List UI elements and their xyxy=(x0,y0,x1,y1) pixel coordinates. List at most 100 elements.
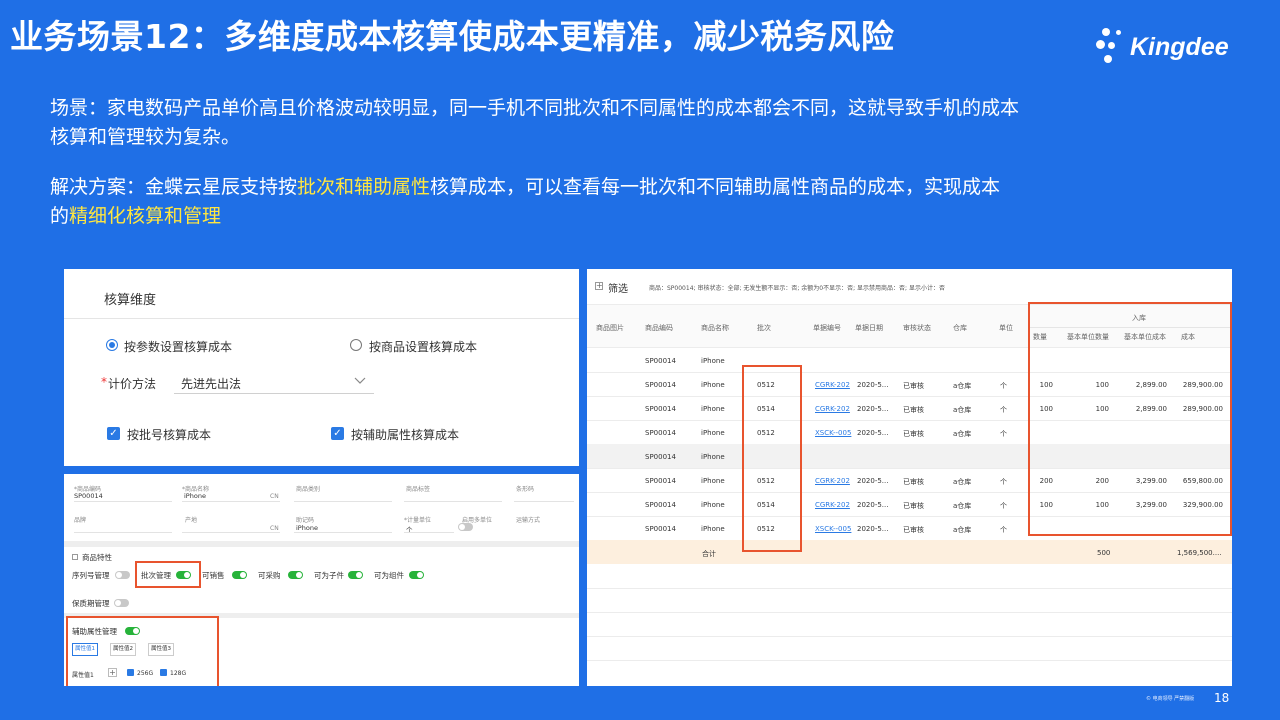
highlight-batch-aux: 批次和辅助属性 xyxy=(297,176,431,198)
table-cell-code: SP00014 xyxy=(645,453,676,461)
table-cell-date: 2020-5... xyxy=(857,405,889,413)
filter-bar: + 筛选 商品：SP00014; 审核状态：全部; 无发生额不显示：否; 余额为… xyxy=(587,269,1232,304)
column-header: 仓库 xyxy=(953,324,967,332)
table-cell-date: 2020-5... xyxy=(857,501,889,509)
checkbox-aux-costing[interactable]: ✓ xyxy=(331,427,344,440)
filter-summary: 商品：SP00014; 审核状态：全部; 无发生额不显示：否; 余额为0不显示：… xyxy=(649,285,945,292)
toggle-label: 可采购 xyxy=(258,571,281,580)
table-cell-date: 2020-5... xyxy=(857,525,889,533)
table-cell-unit: 个 xyxy=(1000,382,1007,390)
table-cell-name: iPhone xyxy=(701,405,725,413)
costing-dimension-panel: 核算维度 按参数设置核算成本 按商品设置核算成本 * 计价方法 先进先出法 ✓ … xyxy=(64,269,579,466)
field-label: 运输方式 xyxy=(516,517,541,524)
table-cell-wh: a仓库 xyxy=(953,478,972,486)
column-header: 商品编码 xyxy=(645,324,673,332)
field-label: 商品标签 xyxy=(406,486,431,493)
field-label: 商品类别 xyxy=(296,486,321,493)
section-title: 商品特性 xyxy=(82,553,112,562)
table-cell-doc[interactable]: CGRK-202 xyxy=(815,405,850,413)
slide-title: 业务场景12：多维度成本核算使成本更精准，减少税务风险 xyxy=(10,17,895,56)
radio-by-product-label: 按商品设置核算成本 xyxy=(369,340,478,354)
valuation-method-label: 计价方法 xyxy=(108,377,157,391)
solution-text: 解决方案：金蝶云星辰支持按批次和辅助属性核算成本，可以查看每一批次和不同辅助属性… xyxy=(50,176,1001,227)
table-cell-code: SP00014 xyxy=(645,405,676,413)
table-cell-doc[interactable]: CGRK-202 xyxy=(815,501,850,509)
toggle-label: 序列号管理 xyxy=(72,571,110,580)
table-cell-date: 2020-5... xyxy=(857,477,889,485)
scenario-text: 场景：家电数码产品单价高且价格波动较明显，同一手机不同批次和不同属性的成本都会不… xyxy=(50,97,1020,148)
kingdee-logo: Kingdee xyxy=(1094,22,1244,78)
table-cell-wh: a仓库 xyxy=(953,406,972,414)
panel-header: 核算维度 xyxy=(64,269,579,319)
table-cell-name: iPhone xyxy=(701,477,725,485)
toggle-label: 可为子件 xyxy=(314,571,344,580)
table-cell-doc[interactable]: CGRK-202 xyxy=(815,477,850,485)
radio-by-parameter[interactable] xyxy=(106,339,118,351)
table-cell-doc[interactable]: XSCK--005 xyxy=(815,429,851,437)
radio-by-parameter-label: 按参数设置核算成本 xyxy=(124,340,233,354)
column-header: 单据日期 xyxy=(855,324,883,332)
table-cell-name: iPhone xyxy=(701,453,725,461)
table-cell-status: 已审核 xyxy=(903,406,924,414)
table-cell-date: 2020-5... xyxy=(857,381,889,389)
page-number: 18 xyxy=(1214,691,1230,705)
sellable-toggle[interactable] xyxy=(232,571,247,579)
table-cell-date: 2020-5... xyxy=(857,429,889,437)
table-cell-code: SP00014 xyxy=(645,525,676,533)
table-cell-doc[interactable]: CGRK-202 xyxy=(815,381,850,389)
table-cell-code: SP00014 xyxy=(645,357,676,365)
column-header: 商品名称 xyxy=(701,324,729,332)
highlight-refined: 精细化核算和管理 xyxy=(69,205,222,227)
multi-unit-toggle[interactable] xyxy=(458,523,473,531)
table-cell-code: SP00014 xyxy=(645,429,676,437)
column-header: 商品图片 xyxy=(596,324,624,332)
chevron-down-icon[interactable] xyxy=(354,377,366,385)
table-cell-wh: a仓库 xyxy=(953,526,972,534)
column-header: 单据编号 xyxy=(813,324,841,332)
field-value[interactable]: iPhone xyxy=(296,524,318,532)
table-cell-code: SP00014 xyxy=(645,501,676,509)
field-suffix: CN xyxy=(270,493,279,500)
component-toggle[interactable] xyxy=(409,571,424,579)
table-cell-code: SP00014 xyxy=(645,477,676,485)
inbound-highlight-box xyxy=(1028,302,1232,536)
field-label: 产地 xyxy=(185,517,198,524)
table-cell-name: iPhone xyxy=(701,525,725,533)
panel-heading: 核算维度 xyxy=(104,293,157,308)
subpart-toggle[interactable] xyxy=(348,571,363,579)
field-label: 品牌 xyxy=(74,517,87,524)
table-cell-doc[interactable]: XSCK--005 xyxy=(815,525,851,533)
field-suffix: CN xyxy=(270,525,279,532)
checkbox-batch-costing[interactable]: ✓ xyxy=(107,427,120,440)
serial-toggle[interactable] xyxy=(115,571,130,579)
select-underline xyxy=(174,393,374,394)
batch-column-highlight-box xyxy=(742,365,802,552)
field-label: *计量单位 xyxy=(404,517,432,524)
table-cell-status: 已审核 xyxy=(903,430,924,438)
shelf-life-toggle[interactable] xyxy=(114,599,129,607)
table-cell-wh: a仓库 xyxy=(953,502,972,510)
table-cell-name: iPhone xyxy=(701,381,725,389)
table-cell-name: iPhone xyxy=(701,429,725,437)
shelf-life-label: 保质期管理 xyxy=(72,599,110,608)
field-value[interactable]: SP00014 xyxy=(74,492,103,500)
table-cell-unit: 个 xyxy=(1000,406,1007,414)
valuation-method-select[interactable]: 先进先出法 xyxy=(181,375,241,392)
toggle-label: 可销售 xyxy=(202,571,225,580)
table-cell-status: 已审核 xyxy=(903,526,924,534)
table-cell-unit: 个 xyxy=(1000,526,1007,534)
table-cell-status: 已审核 xyxy=(903,502,924,510)
radio-by-product[interactable] xyxy=(350,339,362,351)
table-cell-wh: a仓库 xyxy=(953,430,972,438)
purchasable-toggle[interactable] xyxy=(288,571,303,579)
field-value[interactable]: iPhone xyxy=(184,492,206,500)
field-label: 条形码 xyxy=(516,486,535,493)
filter-button[interactable]: 筛选 xyxy=(608,280,628,295)
expand-filter-icon[interactable]: + xyxy=(595,282,603,290)
table-cell-wh: a仓库 xyxy=(953,382,972,390)
collapse-icon[interactable] xyxy=(72,554,78,560)
checkbox-aux-label: 按辅助属性核算成本 xyxy=(351,428,460,442)
table-cell-name: iPhone xyxy=(701,501,725,509)
table-cell-status: 已审核 xyxy=(903,478,924,486)
field-label: 助记码 xyxy=(296,517,315,524)
